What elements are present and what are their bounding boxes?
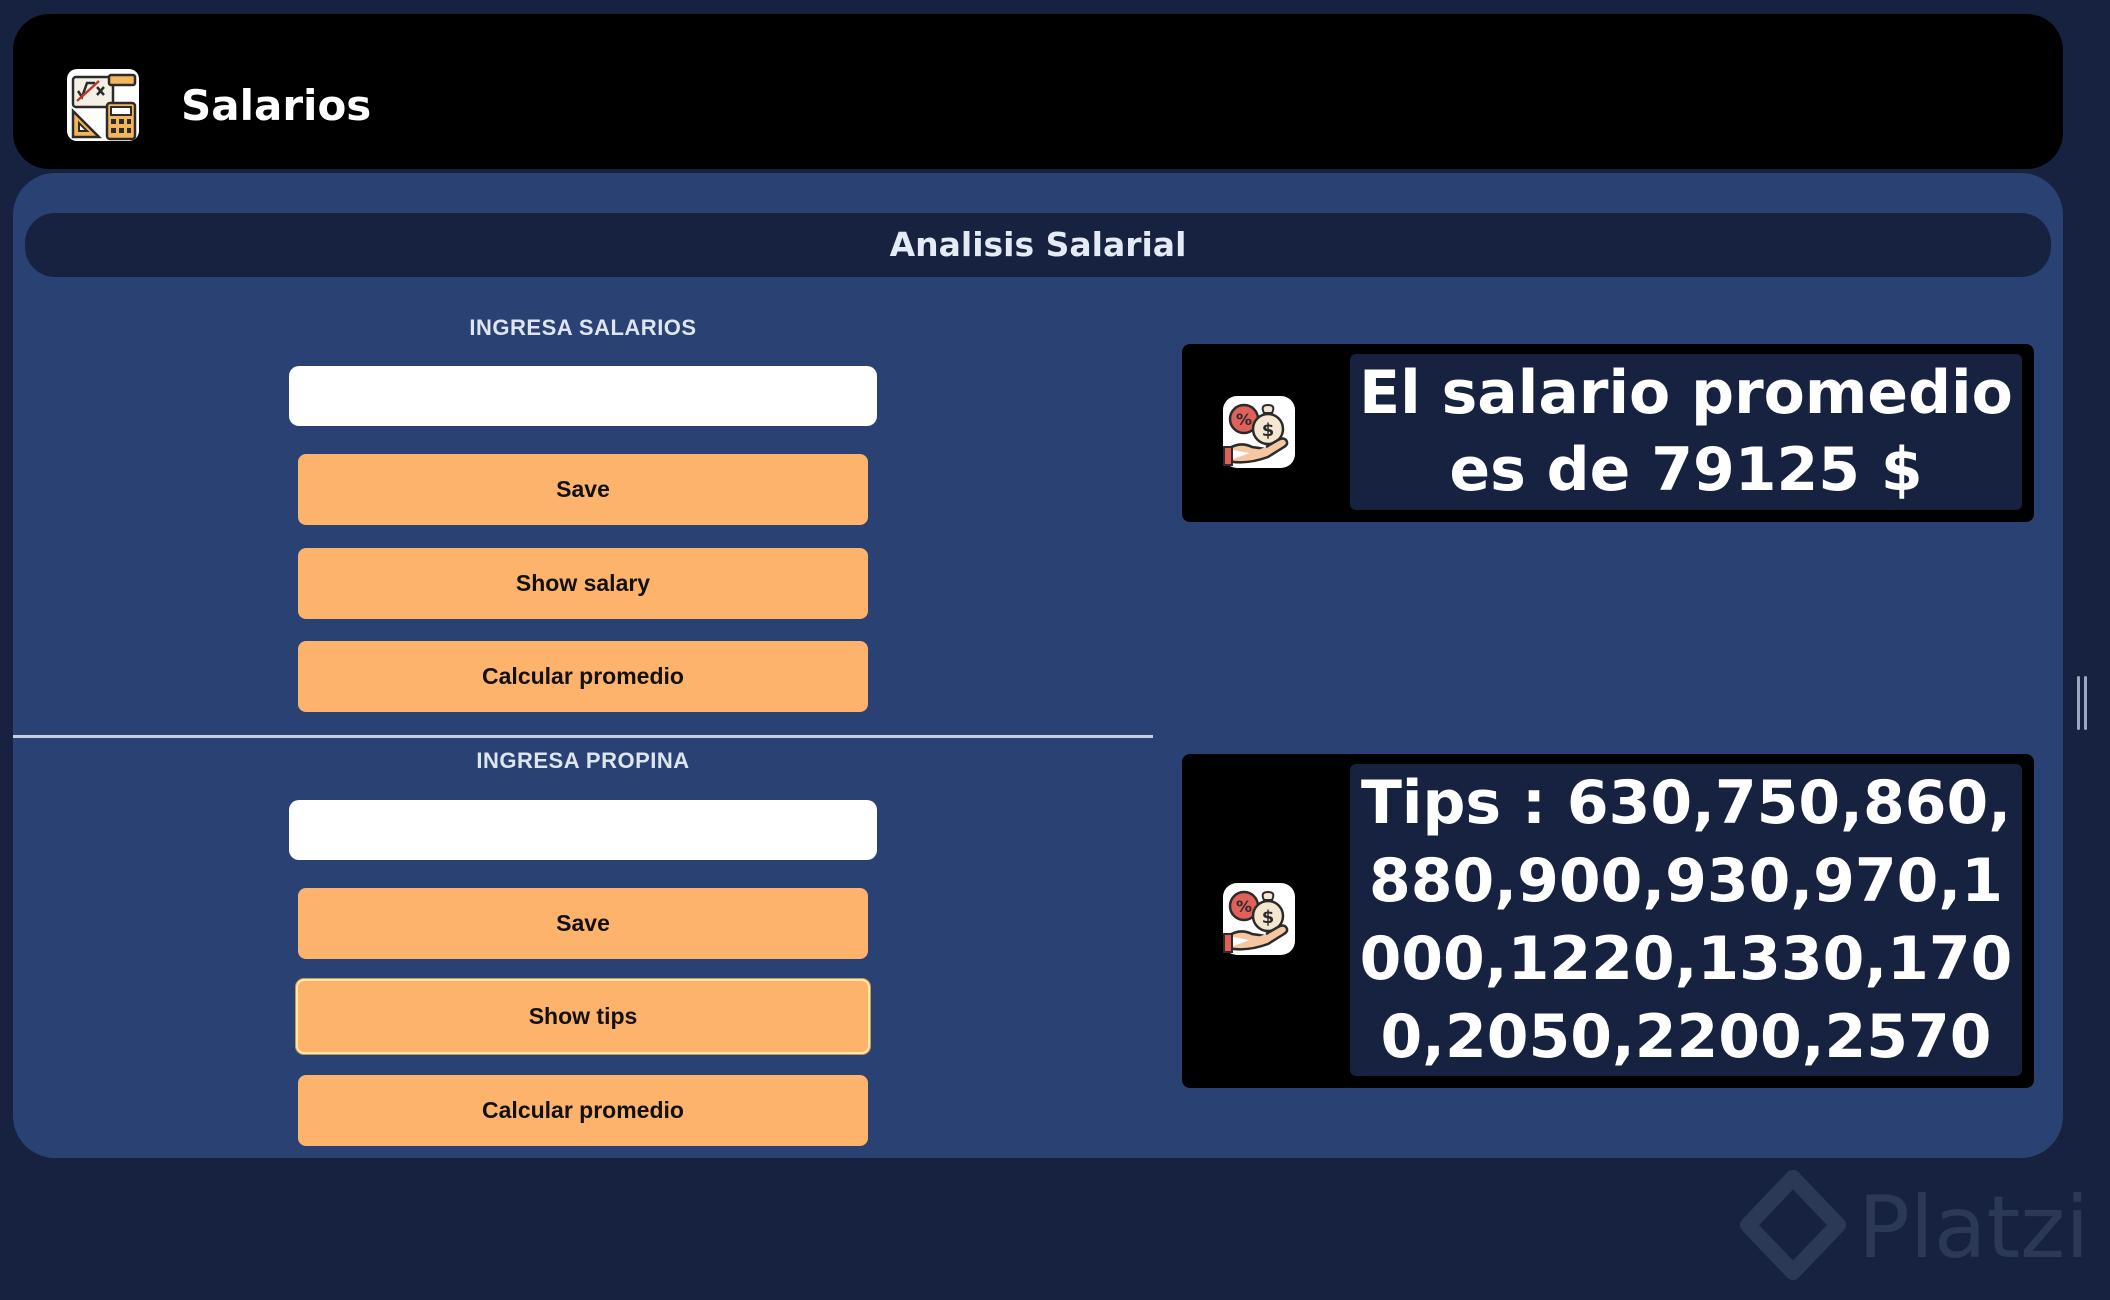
salary-form-label: INGRESA SALARIOS <box>469 315 697 340</box>
salary-average-result: El salario promedio es de 79125 $ <box>1350 354 2022 510</box>
save-salary-button[interactable]: Save <box>298 454 868 525</box>
tips-list-result: Tips : 630,750,860,880,900,930,970,1000,… <box>1350 764 2022 1076</box>
save-tips-button[interactable]: Save <box>298 888 868 959</box>
svg-text:%: % <box>1236 897 1252 916</box>
handle-bar <box>2084 676 2087 730</box>
show-salary-button[interactable]: Show salary <box>298 548 868 619</box>
main-panel: Analisis Salarial INGRESA SALARIOS Save … <box>13 173 2063 1158</box>
platzi-logo-icon <box>1740 1170 1846 1280</box>
money-bag-hand-icon: % $ <box>1222 882 1296 956</box>
divider <box>13 735 1153 738</box>
calculate-salary-average-button[interactable]: Calcular promedio <box>298 641 868 712</box>
page: Salarios Analisis Salarial INGRESA SALAR… <box>0 0 2110 1300</box>
calculator-math-icon <box>65 67 141 143</box>
handle-bar <box>2077 676 2080 730</box>
tips-form-label: INGRESA PROPINA <box>476 748 690 773</box>
svg-text:%: % <box>1236 410 1252 429</box>
app-title: Salarios <box>181 81 372 130</box>
section-title: Analisis Salarial <box>25 213 2051 277</box>
app-header: Salarios <box>13 14 2063 169</box>
watermark-text: Platzi <box>1858 1178 2090 1278</box>
calculate-tips-average-button[interactable]: Calcular promedio <box>298 1075 868 1146</box>
tips-result-card: % $ Tips : 630,750,860,880,900,930,970,1… <box>1182 754 2034 1088</box>
money-bag-hand-icon: % $ <box>1222 395 1296 469</box>
salary-result-card: % $ El salario promedio es de 79125 $ <box>1182 344 2034 522</box>
panel-resize-handle[interactable] <box>2077 676 2089 730</box>
tips-input[interactable] <box>289 800 877 860</box>
svg-text:$: $ <box>1262 420 1275 441</box>
svg-text:$: $ <box>1262 907 1275 928</box>
salary-input[interactable] <box>289 366 877 426</box>
show-tips-button[interactable]: Show tips <box>296 979 870 1054</box>
platzi-watermark: Platzi <box>1738 1170 2110 1290</box>
